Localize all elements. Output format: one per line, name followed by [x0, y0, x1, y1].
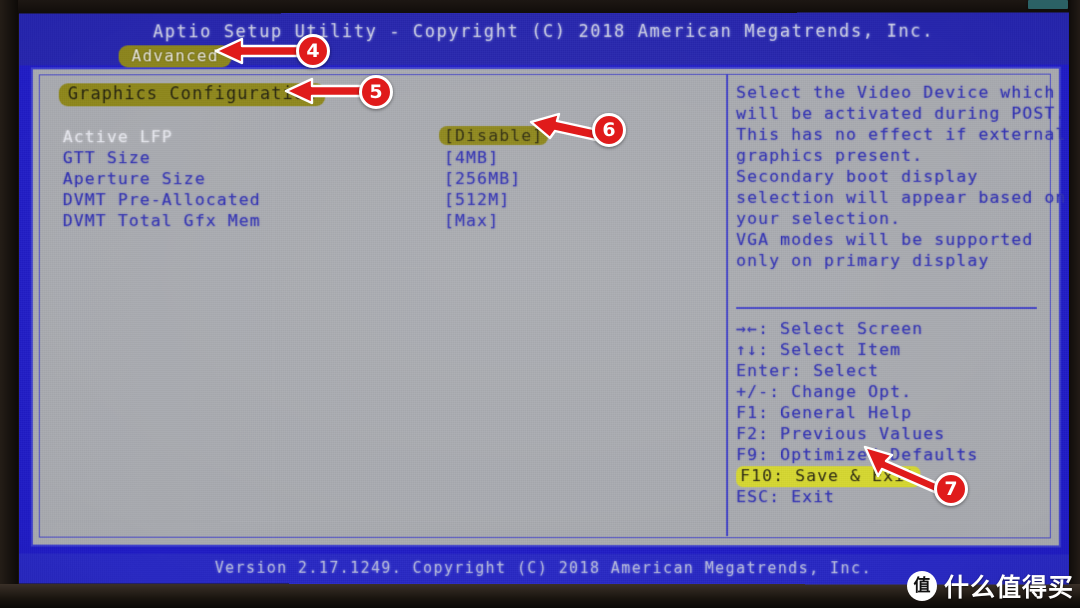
watermark-text: 什么值得买 — [943, 573, 1074, 602]
key-legend-item: ↑↓: Select Item — [736, 340, 902, 360]
setting-value[interactable]: [512M] — [444, 190, 510, 209]
page-title: Aptio Setup Utility - Copyright (C) 2018… — [152, 21, 935, 43]
help-text-line: only on primary display — [736, 250, 990, 270]
setting-value[interactable]: [4MB] — [444, 148, 499, 167]
monitor-bezel-right — [1068, 0, 1080, 608]
settings-pane: Graphics Configuration Active LFP [Disabl… — [58, 83, 708, 533]
setting-value[interactable]: [256MB] — [444, 169, 521, 188]
key-legend-row: +/-: Change Opt. — [736, 382, 1047, 403]
setting-label: Active LFP — [62, 127, 173, 147]
watermark: 值 什么值得买 — [906, 568, 1074, 604]
key-legend-item: F2: Previous Values — [736, 424, 946, 444]
watermark-badge-icon: 值 — [906, 571, 937, 601]
help-text-line: selection will appear based on — [736, 187, 1067, 207]
setting-label: Aperture Size — [62, 169, 206, 189]
setting-label: DVMT Total Gfx Mem — [62, 211, 261, 231]
bezel-sticker — [1028, 0, 1068, 9]
bios-tabbar: Advanced — [19, 45, 1069, 68]
key-legend-item: →←: Select Screen — [736, 319, 924, 339]
help-text-line: your selection. — [736, 208, 902, 228]
annotation-marker-7: 7 — [934, 472, 968, 506]
help-text-line: graphics present. — [736, 145, 924, 165]
setting-row[interactable]: DVMT Pre-Allocated [512M] — [63, 190, 702, 211]
annotation-marker-4: 4 — [296, 34, 330, 68]
setting-row[interactable]: GTT Size [4MB] — [63, 148, 702, 169]
help-pane: Select the Video Device which will be act… — [736, 82, 1067, 272]
key-legend-row: F1: General Help — [736, 403, 1047, 424]
key-legend-item: ESC: Exit — [736, 487, 836, 507]
setting-label: GTT Size — [62, 148, 151, 168]
key-legend-item: Enter: Select — [736, 361, 880, 381]
annotation-marker-5: 5 — [359, 75, 393, 109]
help-text-line: This has no effect if external — [736, 124, 1067, 144]
monitor-photo: Aptio Setup Utility - Copyright (C) 2018… — [0, 0, 1080, 608]
setting-row[interactable]: Aperture Size [256MB] — [63, 169, 702, 190]
help-text-line: Select the Video Device which — [736, 82, 1056, 102]
setting-row[interactable]: DVMT Total Gfx Mem [Max] — [63, 211, 702, 232]
key-legend-row: ↑↓: Select Item — [736, 340, 1047, 361]
monitor-bezel-left — [0, 0, 18, 608]
help-text-line: VGA modes will be supported — [736, 229, 1034, 249]
panel-divider-vertical — [726, 73, 729, 537]
key-legend-item: +/-: Change Opt. — [736, 382, 913, 402]
help-text-line: will be activated during POST. — [736, 103, 1067, 123]
key-legend-row: Enter: Select — [736, 361, 1047, 382]
key-legend-row: →←: Select Screen — [736, 319, 1047, 340]
annotation-marker-6: 6 — [592, 113, 626, 147]
setting-label: DVMT Pre-Allocated — [62, 190, 261, 210]
key-legend-item: F1: General Help — [736, 403, 913, 423]
panel-divider-horizontal — [736, 307, 1037, 310]
setting-value[interactable]: [Max] — [444, 211, 499, 230]
help-text-line: Secondary boot display — [736, 166, 979, 186]
